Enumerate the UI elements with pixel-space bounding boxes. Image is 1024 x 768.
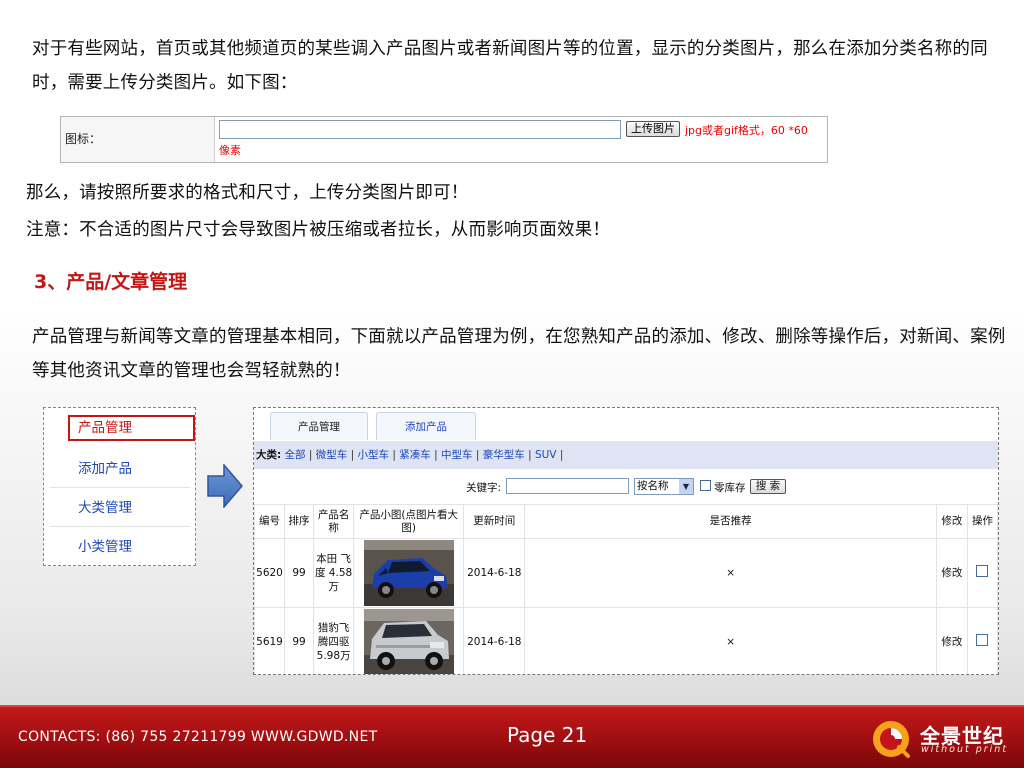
upload-image-button[interactable]: 上传图片: [626, 121, 680, 137]
cell-thumbnail: [353, 538, 465, 608]
icon-label: 图标：: [61, 117, 215, 162]
col-recommend: 是否推荐: [524, 504, 937, 539]
edit-link[interactable]: 修改: [935, 538, 968, 608]
cell-sort: 99: [284, 538, 315, 608]
table-row: 5620 99 本田 飞度 4.58万 2014-6-18 × 修改: [254, 538, 998, 608]
col-thumbnail: 产品小图(点图片看大图): [353, 504, 465, 539]
search-field-select[interactable]: 按名称 ▼: [634, 478, 694, 495]
col-id: 编号: [254, 504, 286, 539]
menu-item-product-manage[interactable]: 产品管理: [68, 415, 195, 441]
table-header-row: 编号 排序 产品名称 产品小图(点图片看大图) 更新时间 是否推荐 修改 操作: [254, 504, 998, 539]
upload-form-row: 图标： 上传图片 jpg或者gif格式，60 *60 像素: [60, 116, 828, 163]
row-select-checkbox[interactable]: [976, 634, 989, 646]
cell-name: 本田 飞度 4.58万: [313, 538, 355, 608]
keyword-label: 关键字:: [466, 482, 502, 494]
keyword-input[interactable]: [506, 478, 629, 494]
company-logo-icon: [873, 721, 910, 758]
cell-recommend: ×: [524, 607, 937, 674]
cell-thumbnail: [353, 607, 465, 675]
side-menu: 产品管理 添加产品 大类管理 小类管理: [43, 407, 196, 566]
category-link-suv[interactable]: SUV: [535, 449, 557, 461]
cell-id: 5620: [254, 538, 286, 608]
body-paragraph: 产品管理与新闻等文章的管理基本相同，下面就以产品管理为例，在您熟知产品的添加、修…: [32, 327, 1006, 381]
col-sort: 排序: [284, 504, 315, 539]
warning-line: 注意：不合适的图片尺寸会导致图片被压缩或者拉长，从而影响页面效果！: [26, 220, 611, 240]
zero-stock-label: 零库存: [714, 482, 746, 494]
contacts-text: CONTACTS: (86) 755 27211799 WWW.GDWD.NET: [18, 729, 378, 745]
col-action: 操作: [966, 504, 998, 539]
category-filter-bar: 大类: 全部 | 微型车 | 小型车 | 紧凑车 | 中型车 | 豪华型车 | …: [254, 441, 998, 469]
category-label: 大类:: [256, 449, 282, 461]
tab-product-manage[interactable]: 产品管理: [270, 412, 368, 440]
page-number: Page 21: [507, 723, 588, 747]
cell-name: 猎豹飞腾四驱5.98万: [313, 607, 355, 674]
menu-item-subcategory-manage[interactable]: 小类管理: [50, 528, 190, 566]
search-button[interactable]: 搜 索: [750, 479, 786, 494]
category-link-small[interactable]: 小型车: [358, 449, 390, 461]
tab-add-product[interactable]: 添加产品: [376, 412, 476, 440]
chevron-down-icon: ▼: [679, 479, 693, 494]
cell-action: [966, 538, 998, 608]
col-edit: 修改: [935, 504, 968, 539]
row-select-checkbox[interactable]: [976, 565, 989, 577]
col-name: 产品名称: [313, 504, 355, 539]
upload-path-input[interactable]: [219, 120, 621, 139]
upload-format-hint: jpg或者gif格式，60 *60: [685, 124, 808, 137]
menu-item-add-product[interactable]: 添加产品: [50, 450, 190, 488]
product-thumbnail-silver-suv[interactable]: [363, 609, 454, 675]
intro-paragraph: 对于有些网站，首页或其他频道页的某些调入产品图片或者新闻图片等的位置，显示的分类…: [32, 39, 988, 93]
category-link-midsize[interactable]: 中型车: [441, 449, 473, 461]
col-updated: 更新时间: [463, 504, 526, 539]
section-heading: 3、产品/文章管理: [34, 271, 188, 293]
cell-updated: 2014-6-18: [463, 607, 526, 674]
category-link-luxury[interactable]: 豪华型车: [483, 449, 525, 461]
footer-bar: CONTACTS: (86) 755 27211799 WWW.GDWD.NET…: [0, 705, 1024, 768]
search-row: 关键字: 按名称 ▼ 零库存 搜 索: [254, 474, 998, 500]
search-field-value: 按名称: [637, 480, 669, 492]
menu-item-category-manage[interactable]: 大类管理: [50, 489, 190, 527]
category-link-compact[interactable]: 紧凑车: [399, 449, 431, 461]
category-link-all[interactable]: 全部: [285, 449, 306, 461]
cell-id: 5619: [254, 607, 286, 674]
product-table: 编号 排序 产品名称 产品小图(点图片看大图) 更新时间 是否推荐 修改 操作 …: [254, 504, 998, 675]
admin-product-panel: 产品管理 添加产品 大类: 全部 | 微型车 | 小型车 | 紧凑车 | 中型车…: [253, 407, 999, 675]
table-row: 5619 99 猎豹飞腾四驱5.98万 2014-6-18 × 修改: [254, 607, 998, 675]
cell-updated: 2014-6-18: [463, 538, 526, 608]
company-slogan: without print: [921, 744, 1009, 755]
cell-action: [966, 607, 998, 674]
edit-link[interactable]: 修改: [935, 607, 968, 674]
category-link-mini[interactable]: 微型车: [316, 449, 348, 461]
zero-stock-checkbox[interactable]: [700, 480, 711, 491]
cell-sort: 99: [284, 607, 315, 674]
right-arrow-icon: [207, 464, 243, 508]
upload-format-hint-unit: 像素: [219, 144, 241, 157]
cell-recommend: ×: [524, 538, 937, 608]
product-thumbnail-blue-hatchback[interactable]: [363, 540, 454, 606]
instruction-line: 那么，请按照所要求的格式和尺寸，上传分类图片即可！: [26, 183, 469, 203]
